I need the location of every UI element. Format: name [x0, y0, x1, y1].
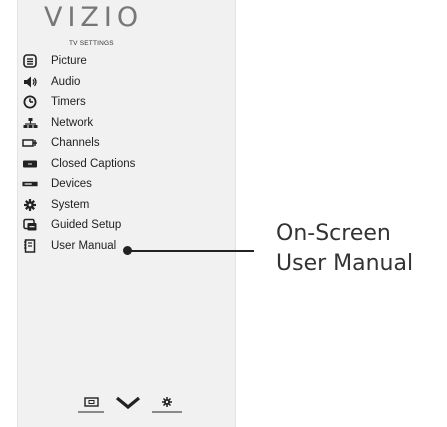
- menu-item-timers[interactable]: Timers: [18, 92, 237, 113]
- callout-line-1: On-Screen: [276, 221, 391, 246]
- audio-icon: [22, 74, 38, 90]
- callout-line-2: User Manual: [276, 251, 414, 276]
- callout-dot: [123, 246, 132, 255]
- devices-icon: [22, 176, 38, 192]
- input-icon[interactable]: [78, 395, 104, 415]
- settings-menu: Picture Audio Timers Network Channels Cl…: [18, 51, 237, 256]
- callout-label: On-Screen User Manual: [276, 219, 413, 279]
- menu-item-devices[interactable]: Devices: [18, 174, 237, 195]
- closed-captions-icon: [22, 156, 38, 172]
- menu-item-closed-captions[interactable]: Closed Captions: [18, 154, 237, 175]
- guided-setup-icon: [22, 217, 38, 233]
- menu-item-label: Picture: [51, 55, 87, 68]
- vizio-logo: VIZIO: [44, 2, 144, 33]
- menu-item-label: System: [51, 198, 90, 211]
- callout-line: [128, 250, 254, 252]
- menu-item-label: Guided Setup: [51, 219, 122, 232]
- bottom-nav: [68, 395, 198, 419]
- timer-icon: [22, 94, 38, 110]
- menu-item-system[interactable]: System: [18, 195, 237, 216]
- channels-icon: [22, 135, 38, 151]
- menu-item-label: Timers: [51, 96, 86, 109]
- menu-item-channels[interactable]: Channels: [18, 133, 237, 154]
- menu-item-audio[interactable]: Audio: [18, 72, 237, 93]
- picture-icon: [22, 53, 38, 69]
- menu-item-label: Audio: [51, 75, 81, 88]
- menu-item-label: User Manual: [51, 239, 117, 252]
- menu-item-picture[interactable]: Picture: [18, 51, 237, 72]
- network-icon: [22, 115, 38, 131]
- user-manual-icon: [22, 238, 38, 254]
- settings-panel: VIZIO TV SETTINGS Picture Audio Timers N…: [17, 0, 236, 427]
- vizio-v-icon[interactable]: [114, 395, 142, 415]
- settings-icon[interactable]: [152, 395, 182, 415]
- menu-item-label: Devices: [51, 178, 92, 191]
- menu-item-label: Channels: [51, 137, 100, 150]
- menu-item-label: Network: [51, 116, 94, 129]
- menu-item-guided-setup[interactable]: Guided Setup: [18, 215, 237, 236]
- system-gear-icon: [22, 197, 38, 213]
- menu-item-label: Closed Captions: [51, 157, 136, 170]
- menu-item-network[interactable]: Network: [18, 113, 237, 134]
- menu-header: TV SETTINGS: [69, 40, 114, 47]
